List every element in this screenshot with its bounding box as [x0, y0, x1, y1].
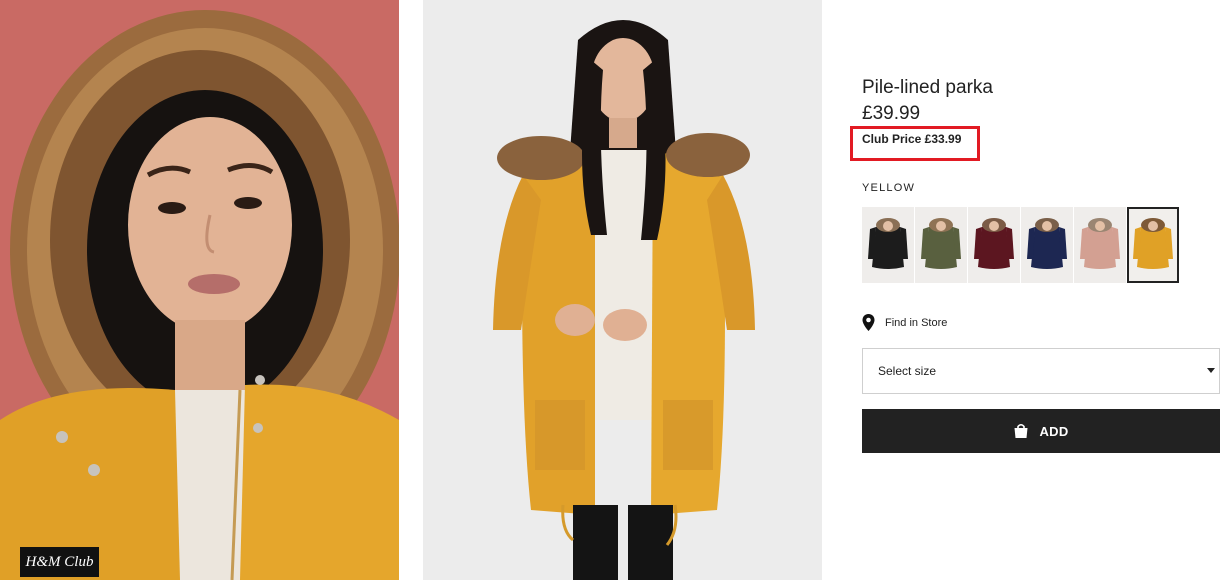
shopping-bag-icon	[1014, 423, 1028, 438]
product-title: Pile-lined parka	[862, 77, 993, 98]
size-select-dropdown[interactable]: Select size	[862, 348, 1220, 394]
location-pin-icon	[862, 314, 875, 331]
selected-color-label: YELLOW	[862, 182, 916, 194]
club-price-highlight: Club Price £33.99	[850, 126, 980, 161]
size-select-placeholder: Select size	[878, 364, 937, 378]
find-in-store-link[interactable]: Find in Store	[862, 314, 947, 331]
parka-thumbnail-icon	[1133, 218, 1173, 269]
hm-club-badge: H&M Club	[20, 547, 99, 577]
chevron-down-icon	[1207, 368, 1215, 373]
image-gap	[399, 0, 423, 580]
product-info-panel: Pile-lined parka £39.99 Club Price £33.9…	[850, 0, 1220, 580]
model-closeup-illustration	[0, 10, 399, 580]
color-swatch-black[interactable]	[862, 207, 914, 283]
parka-thumbnail-icon	[974, 218, 1014, 269]
product-price: £39.99	[862, 103, 921, 124]
club-price-text: Club Price £33.99	[862, 132, 962, 146]
parka-thumbnail-icon	[1080, 218, 1120, 269]
add-button-label: ADD	[1039, 423, 1069, 439]
product-image-closeup[interactable]: H&M Club	[0, 0, 399, 580]
color-swatch-yellow[interactable]	[1127, 207, 1179, 283]
color-swatch-khaki[interactable]	[915, 207, 967, 283]
color-swatch-navy[interactable]	[1021, 207, 1073, 283]
parka-thumbnail-icon	[1027, 218, 1067, 269]
parka-thumbnail-icon	[921, 218, 961, 269]
find-in-store-label: Find in Store	[885, 316, 948, 329]
product-image-model[interactable]	[423, 0, 822, 580]
add-to-bag-button[interactable]: ADD	[862, 409, 1220, 453]
color-swatches	[862, 207, 1180, 283]
model-full-illustration	[493, 20, 755, 580]
color-swatch-burgundy[interactable]	[968, 207, 1020, 283]
parka-thumbnail-icon	[868, 218, 908, 269]
color-swatch-pink[interactable]	[1074, 207, 1126, 283]
